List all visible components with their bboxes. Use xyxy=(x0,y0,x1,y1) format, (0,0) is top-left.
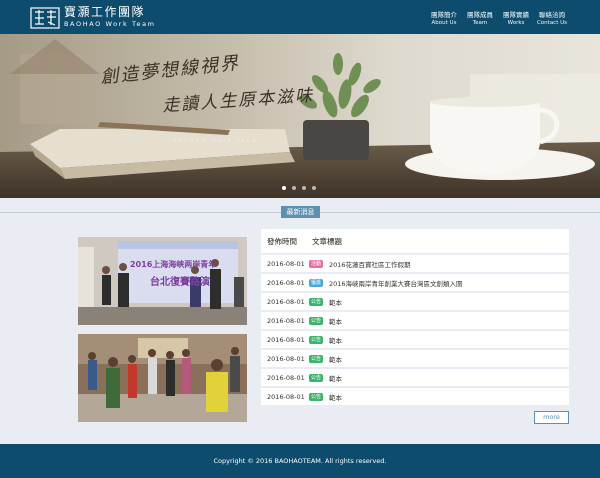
news-row[interactable]: 2016-08-01 公告 範本 xyxy=(261,388,569,405)
nav-works-en: Works xyxy=(507,20,525,26)
nav-team-cn: 團隊成員 xyxy=(467,11,493,19)
news-row[interactable]: 2016-08-01 公告 範本 xyxy=(261,331,569,348)
header-date: 發佈時間 xyxy=(267,236,297,246)
news-category-badge: 公告 xyxy=(309,392,323,401)
news-photo-2[interactable] xyxy=(78,334,247,422)
news-title-link[interactable]: 範本 xyxy=(329,335,342,345)
header-title: 文章標題 xyxy=(312,236,342,246)
news-category-badge: 公告 xyxy=(309,335,323,344)
hero-caption: BAOHAO Work Team xyxy=(173,139,259,144)
logo-text[interactable]: 寶灝工作團隊 BAOHAO Work Team xyxy=(64,6,156,29)
hero-carousel[interactable]: 創造夢想線視界 走讀人生原本滋味 BAOHAO Work Team xyxy=(0,34,600,198)
news-category-badge: 獲獎 xyxy=(309,278,323,287)
news-title-link[interactable]: 範本 xyxy=(329,373,342,383)
nav-works-cn: 團隊實績 xyxy=(503,11,529,19)
news-table: 發佈時間 文章標題 2016-08-01 活動 2016花蓮百寶社區工作假期 2016… xyxy=(261,229,569,405)
copyright-text: Copyright © 2016 BAOHAOTEAM. All rights … xyxy=(213,457,387,465)
nav-contact-en: Contact Us xyxy=(536,20,568,26)
news-row[interactable]: 2016-08-01 獲獎 2016海峽兩岸青年創業大賽台灣區文創類入圍 xyxy=(261,274,569,291)
news-title-link[interactable]: 2016花蓮百寶社區工作假期 xyxy=(329,259,411,269)
news-title-link[interactable]: 範本 xyxy=(329,297,342,307)
news-title-link[interactable]: 範本 xyxy=(329,392,342,402)
carousel-dot-4[interactable] xyxy=(312,186,316,190)
nav-team[interactable]: 團隊成員 Team xyxy=(462,11,498,27)
news-category-badge: 公告 xyxy=(309,316,323,325)
news-row[interactable]: 2016-08-01 活動 2016花蓮百寶社區工作假期 xyxy=(261,255,569,272)
logo-subtitle: BAOHAO Work Team xyxy=(64,20,156,28)
news-date: 2016-08-01 xyxy=(267,278,305,287)
nav-about-cn: 團隊簡介 xyxy=(431,11,457,19)
main-nav: 團隊簡介 About Us 團隊成員 Team 團隊實績 Works 聯絡洽詢 … xyxy=(426,11,570,27)
logo-mark-icon[interactable] xyxy=(30,5,60,30)
news-title-link[interactable]: 2016海峽兩岸青年創業大賽台灣區文創類入圍 xyxy=(329,278,463,288)
news-category-badge: 公告 xyxy=(309,354,323,363)
news-row[interactable]: 2016-08-01 公告 範本 xyxy=(261,312,569,329)
news-date: 2016-08-01 xyxy=(267,373,305,382)
news-row[interactable]: 2016-08-01 公告 範本 xyxy=(261,293,569,310)
news-title-link[interactable]: 範本 xyxy=(329,354,342,364)
news-row[interactable]: 2016-08-01 公告 範本 xyxy=(261,350,569,367)
news-photo-1[interactable]: 2016上海海峡两岸青年 台北復賽路演 xyxy=(78,237,247,325)
news-date: 2016-08-01 xyxy=(267,316,305,325)
hero-image xyxy=(0,39,600,198)
carousel-dot-1[interactable] xyxy=(282,186,286,190)
news-row[interactable]: 2016-08-01 公告 範本 xyxy=(261,369,569,386)
nav-works[interactable]: 團隊實績 Works xyxy=(498,11,534,27)
news-category-badge: 公告 xyxy=(309,373,323,382)
photo-banner-line2: 台北復賽路演 xyxy=(150,277,210,288)
more-button[interactable]: more xyxy=(534,411,569,424)
news-date: 2016-08-01 xyxy=(267,335,305,344)
news-category-badge: 公告 xyxy=(309,297,323,306)
news-section-title: 最新消息 xyxy=(281,206,320,218)
news-category-badge: 活動 xyxy=(309,259,323,268)
nav-team-en: Team xyxy=(472,20,488,26)
news-date: 2016-08-01 xyxy=(267,392,305,401)
photo-banner-line1: 2016上海海峡两岸青年 xyxy=(130,260,217,269)
carousel-dots xyxy=(282,186,316,190)
news-title-link[interactable]: 範本 xyxy=(329,316,342,326)
site-footer: Copyright © 2016 BAOHAOTEAM. All rights … xyxy=(0,444,600,478)
logo-title: 寶灝工作團隊 xyxy=(64,5,146,19)
news-rows: 2016-08-01 活動 2016花蓮百寶社區工作假期 2016-08-01 獲獎 20… xyxy=(261,255,569,405)
carousel-dot-2[interactable] xyxy=(292,186,296,190)
nav-about-en: About Us xyxy=(431,20,457,26)
nav-contact-cn: 聯絡洽詢 xyxy=(539,11,565,19)
news-date: 2016-08-01 xyxy=(267,259,305,268)
nav-about[interactable]: 團隊簡介 About Us xyxy=(426,11,462,27)
news-date: 2016-08-01 xyxy=(267,297,305,306)
site-header: 寶灝工作團隊 BAOHAO Work Team 團隊簡介 About Us 團隊… xyxy=(0,0,600,34)
event-photo-room xyxy=(78,334,247,422)
news-date: 2016-08-01 xyxy=(267,354,305,363)
nav-contact[interactable]: 聯絡洽詢 Contact Us xyxy=(534,11,570,27)
news-table-header: 發佈時間 文章標題 xyxy=(261,229,569,253)
carousel-dot-3[interactable] xyxy=(302,186,306,190)
